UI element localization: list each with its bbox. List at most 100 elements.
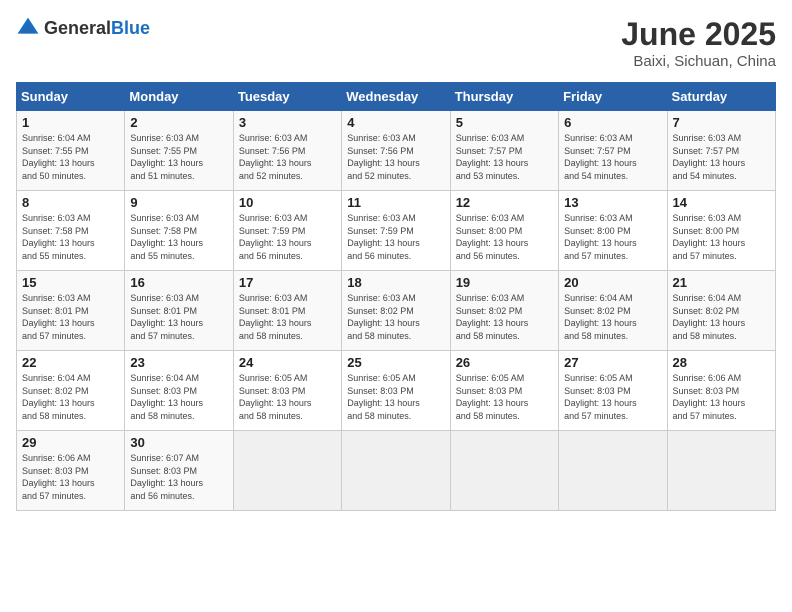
day-number: 25 — [347, 355, 444, 370]
day-number: 24 — [239, 355, 336, 370]
day-cell: 13 Sunrise: 6:03 AM Sunset: 8:00 PM Dayli… — [559, 191, 667, 271]
day-cell: 23 Sunrise: 6:04 AM Sunset: 8:03 PM Dayli… — [125, 351, 233, 431]
day-number: 5 — [456, 115, 553, 130]
day-number: 30 — [130, 435, 227, 450]
day-cell — [342, 431, 450, 511]
day-detail: Sunrise: 6:03 AM Sunset: 7:56 PM Dayligh… — [347, 132, 444, 182]
day-cell: 24 Sunrise: 6:05 AM Sunset: 8:03 PM Dayli… — [233, 351, 341, 431]
day-cell: 2 Sunrise: 6:03 AM Sunset: 7:55 PM Daylig… — [125, 111, 233, 191]
day-cell: 10Sunrise: 6:03 AM Sunset: 7:59 PM Dayli… — [233, 191, 341, 271]
day-number: 16 — [130, 275, 227, 290]
day-detail: Sunrise: 6:04 AM Sunset: 7:55 PM Dayligh… — [22, 132, 119, 182]
day-cell: 6 Sunrise: 6:03 AM Sunset: 7:57 PM Daylig… — [559, 111, 667, 191]
day-cell: 29 Sunrise: 6:06 AM Sunset: 8:03 PM Dayli… — [17, 431, 125, 511]
day-number: 11 — [347, 195, 444, 210]
day-detail: Sunrise: 6:03 AM Sunset: 7:57 PM Dayligh… — [564, 132, 661, 182]
calendar-header-row: SundayMondayTuesdayWednesdayThursdayFrid… — [17, 83, 776, 111]
day-number: 2 — [130, 115, 227, 130]
day-number: 1 — [22, 115, 119, 130]
day-cell: 20Sunrise: 6:04 AM Sunset: 8:02 PM Dayli… — [559, 271, 667, 351]
logo: GeneralBlue — [16, 16, 150, 40]
header: GeneralBlue June 2025 Baixi, Sichuan, Ch… — [16, 16, 776, 70]
day-number: 29 — [22, 435, 119, 450]
day-cell: 8 Sunrise: 6:03 AM Sunset: 7:58 PM Daylig… — [17, 191, 125, 271]
day-number: 20 — [564, 275, 661, 290]
header-cell-saturday: Saturday — [667, 83, 775, 111]
day-detail: Sunrise: 6:05 AM Sunset: 8:03 PM Dayligh… — [564, 372, 661, 422]
day-number: 23 — [130, 355, 227, 370]
day-number: 14 — [673, 195, 770, 210]
day-cell: 9 Sunrise: 6:03 AM Sunset: 7:58 PM Daylig… — [125, 191, 233, 271]
day-cell — [450, 431, 558, 511]
day-cell: 26Sunrise: 6:05 AM Sunset: 8:03 PM Dayli… — [450, 351, 558, 431]
week-row-5: 29 Sunrise: 6:06 AM Sunset: 8:03 PM Dayli… — [17, 431, 776, 511]
header-cell-thursday: Thursday — [450, 83, 558, 111]
day-number: 3 — [239, 115, 336, 130]
logo-icon — [16, 16, 40, 40]
day-detail: Sunrise: 6:03 AM Sunset: 8:01 PM Dayligh… — [22, 292, 119, 342]
day-detail: Sunrise: 6:03 AM Sunset: 7:57 PM Dayligh… — [673, 132, 770, 182]
header-cell-tuesday: Tuesday — [233, 83, 341, 111]
header-cell-friday: Friday — [559, 83, 667, 111]
day-cell: 5 Sunrise: 6:03 AM Sunset: 7:57 PM Daylig… — [450, 111, 558, 191]
day-cell: 12 Sunrise: 6:03 AM Sunset: 8:00 PM Dayli… — [450, 191, 558, 271]
logo-text-blue: Blue — [111, 18, 150, 38]
day-number: 6 — [564, 115, 661, 130]
calendar-body: 1 Sunrise: 6:04 AM Sunset: 7:55 PM Daylig… — [17, 111, 776, 511]
week-row-4: 22Sunrise: 6:04 AM Sunset: 8:02 PM Dayli… — [17, 351, 776, 431]
week-row-1: 1 Sunrise: 6:04 AM Sunset: 7:55 PM Daylig… — [17, 111, 776, 191]
day-detail: Sunrise: 6:03 AM Sunset: 7:59 PM Dayligh… — [347, 212, 444, 262]
day-number: 9 — [130, 195, 227, 210]
day-detail: Sunrise: 6:03 AM Sunset: 8:00 PM Dayligh… — [673, 212, 770, 262]
calendar-table: SundayMondayTuesdayWednesdayThursdayFrid… — [16, 82, 776, 511]
header-cell-wednesday: Wednesday — [342, 83, 450, 111]
day-detail: Sunrise: 6:03 AM Sunset: 8:00 PM Dayligh… — [456, 212, 553, 262]
day-detail: Sunrise: 6:05 AM Sunset: 8:03 PM Dayligh… — [239, 372, 336, 422]
calendar-subtitle: Baixi, Sichuan, China — [621, 53, 776, 70]
day-cell: 1 Sunrise: 6:04 AM Sunset: 7:55 PM Daylig… — [17, 111, 125, 191]
header-cell-monday: Monday — [125, 83, 233, 111]
day-number: 17 — [239, 275, 336, 290]
logo-text-general: General — [44, 18, 111, 38]
day-number: 26 — [456, 355, 553, 370]
day-cell: 3 Sunrise: 6:03 AM Sunset: 7:56 PM Daylig… — [233, 111, 341, 191]
day-detail: Sunrise: 6:03 AM Sunset: 7:56 PM Dayligh… — [239, 132, 336, 182]
day-cell: 17Sunrise: 6:03 AM Sunset: 8:01 PM Dayli… — [233, 271, 341, 351]
day-number: 12 — [456, 195, 553, 210]
day-cell — [559, 431, 667, 511]
day-cell: 4 Sunrise: 6:03 AM Sunset: 7:56 PM Daylig… — [342, 111, 450, 191]
day-number: 19 — [456, 275, 553, 290]
day-detail: Sunrise: 6:03 AM Sunset: 7:55 PM Dayligh… — [130, 132, 227, 182]
day-number: 28 — [673, 355, 770, 370]
day-detail: Sunrise: 6:04 AM Sunset: 8:03 PM Dayligh… — [130, 372, 227, 422]
day-number: 8 — [22, 195, 119, 210]
day-detail: Sunrise: 6:04 AM Sunset: 8:02 PM Dayligh… — [22, 372, 119, 422]
day-detail: Sunrise: 6:05 AM Sunset: 8:03 PM Dayligh… — [347, 372, 444, 422]
day-detail: Sunrise: 6:03 AM Sunset: 7:58 PM Dayligh… — [130, 212, 227, 262]
day-cell: 15Sunrise: 6:03 AM Sunset: 8:01 PM Dayli… — [17, 271, 125, 351]
calendar-title: June 2025 — [621, 16, 776, 53]
day-cell: 22Sunrise: 6:04 AM Sunset: 8:02 PM Dayli… — [17, 351, 125, 431]
day-number: 27 — [564, 355, 661, 370]
day-detail: Sunrise: 6:03 AM Sunset: 8:01 PM Dayligh… — [130, 292, 227, 342]
day-cell: 11 Sunrise: 6:03 AM Sunset: 7:59 PM Dayli… — [342, 191, 450, 271]
day-number: 21 — [673, 275, 770, 290]
day-detail: Sunrise: 6:03 AM Sunset: 7:58 PM Dayligh… — [22, 212, 119, 262]
day-cell — [667, 431, 775, 511]
day-number: 10 — [239, 195, 336, 210]
day-detail: Sunrise: 6:03 AM Sunset: 8:00 PM Dayligh… — [564, 212, 661, 262]
day-detail: Sunrise: 6:06 AM Sunset: 8:03 PM Dayligh… — [22, 452, 119, 502]
day-cell: 16 Sunrise: 6:03 AM Sunset: 8:01 PM Dayli… — [125, 271, 233, 351]
day-number: 4 — [347, 115, 444, 130]
day-detail: Sunrise: 6:03 AM Sunset: 7:57 PM Dayligh… — [456, 132, 553, 182]
day-cell — [233, 431, 341, 511]
day-number: 13 — [564, 195, 661, 210]
day-cell: 19 Sunrise: 6:03 AM Sunset: 8:02 PM Dayli… — [450, 271, 558, 351]
week-row-2: 8 Sunrise: 6:03 AM Sunset: 7:58 PM Daylig… — [17, 191, 776, 271]
day-detail: Sunrise: 6:03 AM Sunset: 8:02 PM Dayligh… — [456, 292, 553, 342]
day-detail: Sunrise: 6:03 AM Sunset: 8:02 PM Dayligh… — [347, 292, 444, 342]
day-detail: Sunrise: 6:07 AM Sunset: 8:03 PM Dayligh… — [130, 452, 227, 502]
week-row-3: 15Sunrise: 6:03 AM Sunset: 8:01 PM Dayli… — [17, 271, 776, 351]
day-detail: Sunrise: 6:04 AM Sunset: 8:02 PM Dayligh… — [673, 292, 770, 342]
day-cell: 25 Sunrise: 6:05 AM Sunset: 8:03 PM Dayli… — [342, 351, 450, 431]
